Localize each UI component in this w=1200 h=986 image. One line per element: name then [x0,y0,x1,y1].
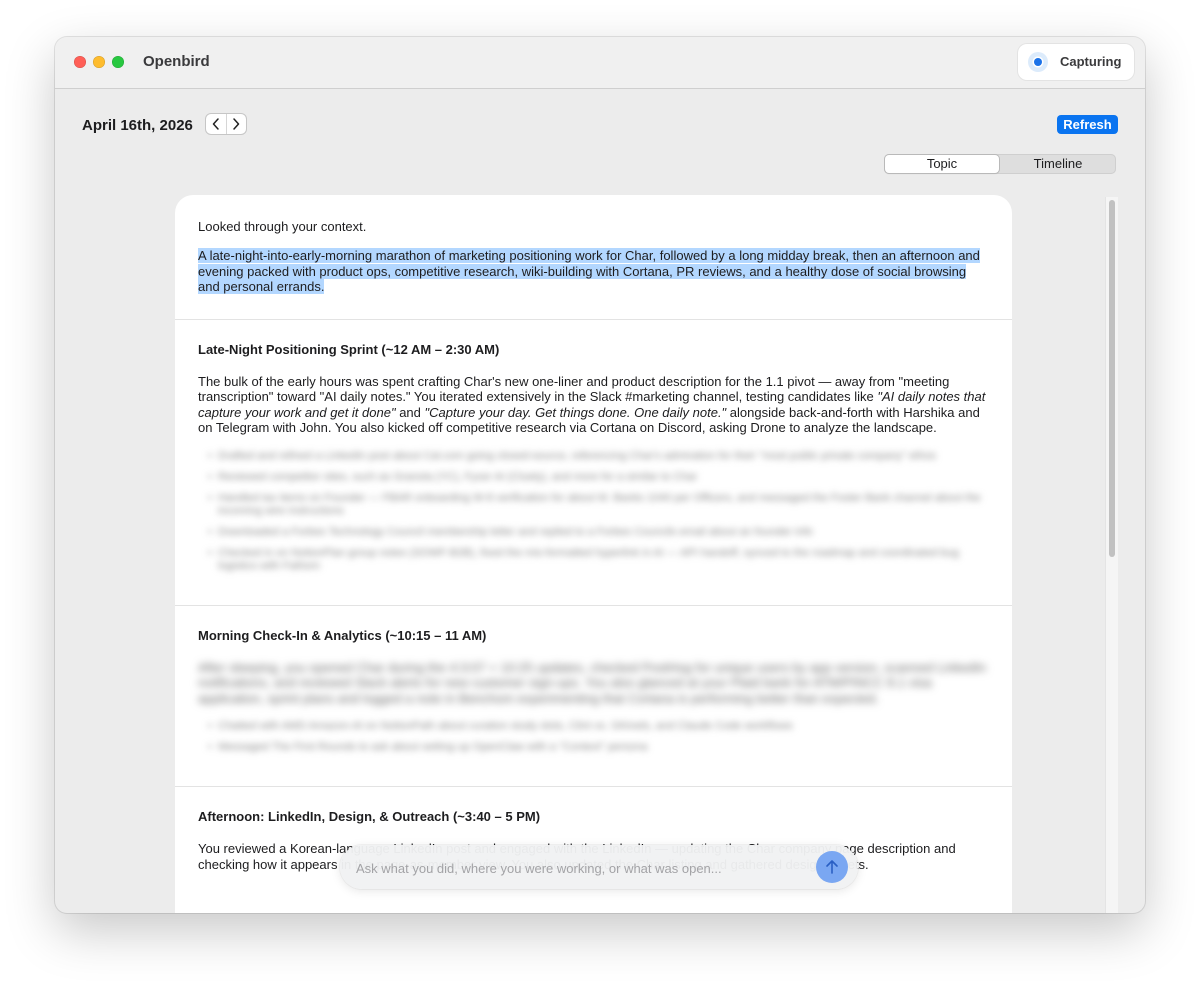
list-item: Handled tax items on Founder — FBAR onbo… [208,492,989,518]
arrow-up-icon [826,860,838,874]
scrollbar-thumb[interactable] [1109,200,1115,557]
date-navigation [206,114,246,134]
title-bar: Openbird Capturing [55,37,1145,89]
next-day-button[interactable] [227,114,247,134]
ask-input[interactable] [354,858,798,878]
list-item: Reviewed competitor sites, such as Grano… [208,471,989,484]
page-title-date: April 16th, 2026 [82,117,193,134]
tab-timeline[interactable]: Timeline [1001,155,1115,173]
chevron-right-icon [233,118,240,130]
list-item: Downloaded a Forbes Technology Council m… [208,526,989,539]
list-item: Chatted with AMD Amazon-Al on NotionPath… [208,720,989,733]
capturing-status-button[interactable]: Capturing [1018,44,1134,80]
section-title: Late-Night Positioning Sprint (~12 AM – … [198,341,500,357]
zoom-window-button[interactable] [112,56,124,68]
section-title: Morning Check-In & Analytics (~10:15 – 1… [198,627,487,643]
list-item: Checked in on NotionPlan group notes (SO… [208,547,989,573]
minimize-window-button[interactable] [93,56,105,68]
list-item: Drafted and refined a LinkedIn post abou… [208,450,989,463]
section-bullets: Drafted and refined a LinkedIn post abou… [198,450,989,573]
tab-topic[interactable]: Topic [885,155,999,173]
summary-card: Looked through your context. A late-nigh… [175,195,1012,913]
app-title: Openbird [143,53,210,70]
ask-bar [340,845,858,889]
section-paragraph: After sleeping, you opened Char during t… [198,659,987,706]
overview-section: Looked through your context. A late-nigh… [175,195,1012,320]
view-toggle: Topic Timeline [884,154,1116,174]
day-summary: A late-night-into-early-morning marathon… [198,248,989,295]
capturing-status-label: Capturing [1060,54,1122,69]
topic-section: Late-Night Positioning Sprint (~12 AM – … [175,320,1012,606]
section-bullets: Chatted with AMD Amazon-Al on NotionPath… [198,720,989,754]
section-title: Afternoon: LinkedIn, Design, & Outreach … [198,809,541,824]
chevron-left-icon [212,118,219,130]
intro-text: Looked through your context. [198,219,367,234]
content-scrollbar[interactable] [1105,197,1118,913]
previous-day-button[interactable] [206,114,227,134]
send-button[interactable] [816,851,848,883]
record-icon [1028,52,1048,72]
app-window: Openbird Capturing April 16th, 2026 Refr… [55,37,1145,913]
refresh-button[interactable]: Refresh [1057,115,1118,134]
selected-summary-text: A late-night-into-early-morning marathon… [198,248,980,294]
list-item: Messaged The First Rounds to ask about s… [208,741,989,754]
topic-section: Morning Check-In & Analytics (~10:15 – 1… [175,606,1012,787]
close-window-button[interactable] [74,56,86,68]
section-paragraph: The bulk of the early hours was spent cr… [198,373,986,436]
